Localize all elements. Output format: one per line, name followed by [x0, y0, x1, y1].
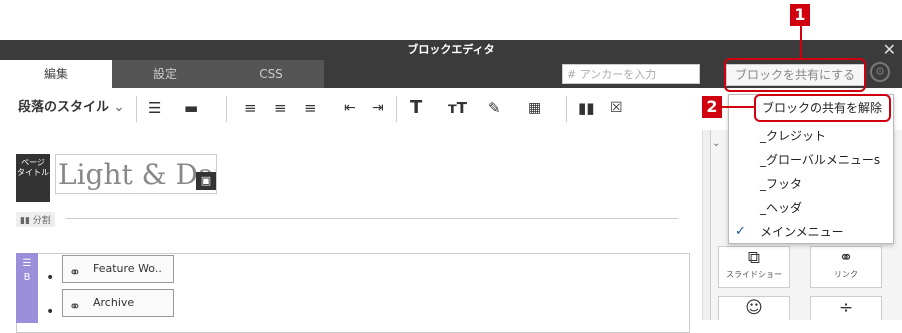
anchor-input[interactable]: # アンカーを入力: [562, 64, 700, 84]
highlight-1: [724, 58, 866, 92]
image-icon[interactable]: ▣: [196, 172, 216, 190]
check-icon: ✓: [735, 224, 746, 239]
bullet: •: [46, 304, 55, 320]
menu-item-global-menu[interactable]: _グローバルメニューs: [760, 149, 880, 171]
palette-divider[interactable]: ÷: [810, 296, 882, 320]
smile-icon: ☺: [745, 298, 763, 318]
chevron-down-icon: ⌄: [113, 100, 125, 115]
slideshow-icon: ⧉: [747, 248, 761, 268]
block-badge-label: B: [23, 272, 31, 283]
indent-icon[interactable]: ⇥: [372, 96, 384, 120]
menu-item-credit[interactable]: _クレジット: [760, 125, 826, 147]
link-icon: ⚭: [69, 265, 81, 281]
divider-label: 分割: [32, 216, 51, 226]
close-icon[interactable]: ✕: [883, 40, 896, 60]
callout-line-1: [800, 26, 802, 58]
link-button[interactable]: ⚭ Feature Wo..: [62, 255, 174, 283]
highlight-2: [754, 94, 891, 122]
settings-icon[interactable]: ⚙: [870, 62, 890, 82]
clear-format-icon[interactable]: ☒: [610, 96, 623, 120]
paragraph-style-dropdown[interactable]: 段落のスタイル ⌄: [18, 96, 124, 120]
link-icon: ⚭: [838, 248, 854, 268]
callout-line-2: [722, 106, 754, 108]
page-title-text[interactable]: Light & Dark: [55, 154, 217, 194]
top-margin: [0, 0, 902, 40]
toolbar-divider: [396, 96, 397, 122]
menu-item-main-menu[interactable]: メインメニュー: [760, 221, 844, 243]
font-icon[interactable]: T: [410, 96, 422, 120]
tab-css[interactable]: CSS: [218, 60, 324, 88]
annotation-badge-1: 1: [790, 4, 810, 26]
anchor-placeholder: アンカーを入力: [579, 68, 657, 81]
align-right-icon[interactable]: ≡: [304, 96, 317, 120]
block-badge: ☰ B: [16, 253, 38, 323]
tab-edit[interactable]: 編集: [0, 60, 112, 88]
menu-item-footer[interactable]: _フッタ: [760, 173, 802, 195]
toolbar-divider: [566, 96, 567, 122]
align-left-icon[interactable]: ≡: [244, 96, 257, 120]
page-title-badge-label: ページ タイトル: [17, 158, 49, 177]
menu-item-header[interactable]: _ヘッダ: [760, 197, 802, 219]
toolbar-divider: [136, 96, 137, 122]
link-label: Archive: [93, 296, 135, 309]
divider-line: [66, 218, 678, 219]
bullet: •: [46, 270, 55, 286]
split-icon[interactable]: ▮▮: [578, 96, 595, 120]
list-icon[interactable]: ☰: [148, 96, 161, 120]
chevron-down-icon[interactable]: ⌄: [712, 138, 720, 149]
link-button[interactable]: ⚭ Archive: [62, 289, 174, 317]
annotation-badge-2: 2: [702, 96, 722, 118]
palette-emoji[interactable]: ☺: [718, 296, 790, 320]
window-title: ブロックエディタ: [0, 40, 902, 60]
divide-icon: ÷: [838, 298, 854, 318]
hash-icon: #: [567, 68, 577, 81]
tab-settings[interactable]: 設定: [112, 60, 218, 88]
font-size-icon[interactable]: тT: [448, 96, 467, 120]
line-icon[interactable]: ▬: [184, 96, 198, 120]
palette-label: リンク: [834, 270, 858, 279]
link-label: Feature Wo..: [93, 262, 162, 275]
palette-label: スライドショー: [726, 270, 782, 279]
toolbar-divider: [226, 96, 227, 122]
palette-link[interactable]: ⚭ リンク: [810, 246, 882, 288]
link-icon: ⚭: [69, 299, 81, 315]
outdent-icon[interactable]: ⇤: [344, 96, 356, 120]
paragraph-style-label: 段落のスタイル: [18, 100, 110, 115]
table-icon[interactable]: ▦: [528, 96, 541, 120]
divider-tag: ▮▮ 分割: [16, 212, 55, 227]
palette-slideshow[interactable]: ⧉ スライドショー: [718, 246, 790, 288]
page-title-badge: ページ タイトル: [16, 154, 50, 202]
align-center-icon[interactable]: ≡: [274, 96, 287, 120]
color-picker-icon[interactable]: ✎: [488, 96, 501, 120]
